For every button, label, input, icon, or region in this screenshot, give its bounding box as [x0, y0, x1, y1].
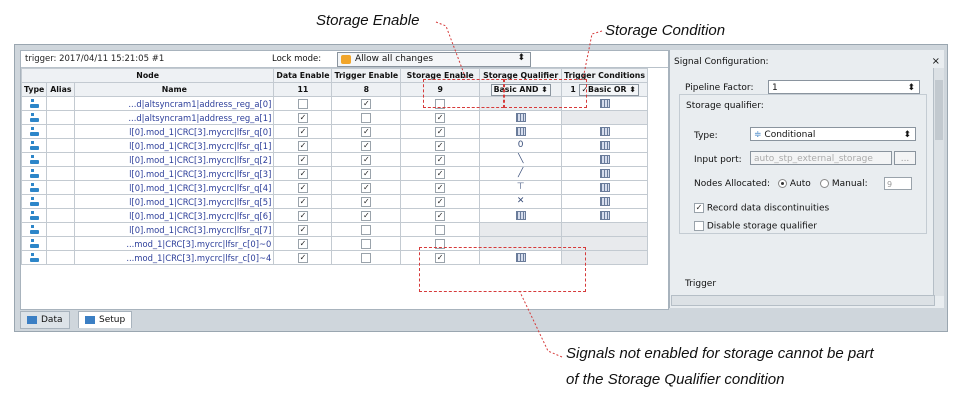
annotation-leaders: [435, 21, 603, 358]
storage-condition-leader: [582, 30, 603, 80]
note-leader: [519, 291, 563, 358]
storage-enable-leader: [435, 21, 467, 80]
